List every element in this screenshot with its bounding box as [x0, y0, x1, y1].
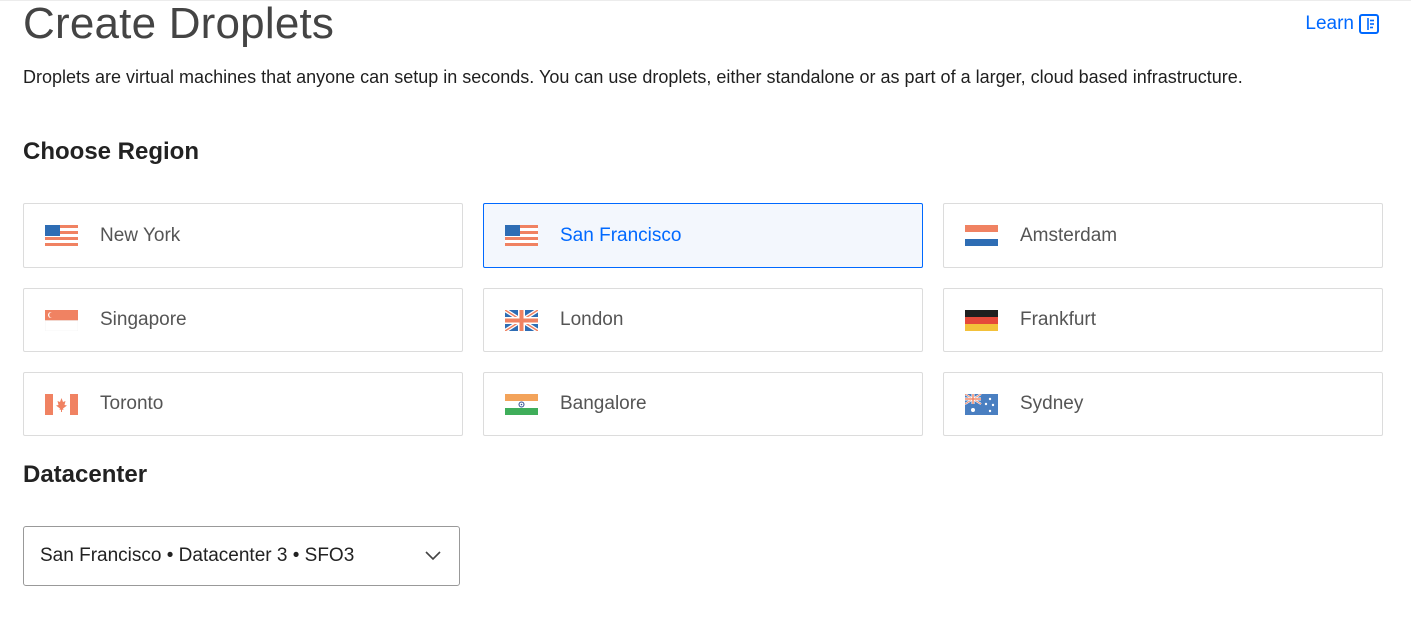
- region-label: Singapore: [100, 309, 187, 330]
- page-description: Droplets are virtual machines that anyon…: [23, 67, 1243, 87]
- region-label: Sydney: [1020, 393, 1084, 414]
- region-option-singapore[interactable]: Singapore: [23, 288, 463, 352]
- region-grid: New York San Francisco Amsterdam Singapo…: [23, 203, 1383, 436]
- datacenter-select[interactable]: San Francisco • Datacenter 3 • SFO3: [23, 526, 460, 586]
- region-option-frankfurt[interactable]: Frankfurt: [943, 288, 1383, 352]
- germany-flag-icon: [965, 309, 998, 331]
- learn-link[interactable]: Learn: [1305, 13, 1379, 35]
- region-label: Bangalore: [560, 393, 647, 414]
- region-option-london[interactable]: London: [483, 288, 923, 352]
- chevron-down-icon: [424, 548, 442, 561]
- datacenter-heading: Datacenter: [23, 461, 148, 488]
- australia-flag-icon: [965, 393, 998, 415]
- netherlands-flag-icon: [965, 225, 998, 246]
- learn-link-label: Learn: [1305, 13, 1354, 34]
- canada-flag-icon: [45, 393, 78, 415]
- region-option-amsterdam[interactable]: Amsterdam: [943, 203, 1383, 268]
- choose-region-heading: Choose Region: [23, 138, 200, 165]
- singapore-flag-icon: [45, 309, 78, 331]
- region-option-sydney[interactable]: Sydney: [943, 372, 1383, 436]
- region-label: London: [560, 309, 624, 330]
- region-label: Toronto: [100, 393, 164, 414]
- region-option-toronto[interactable]: Toronto: [23, 372, 463, 436]
- region-label: Frankfurt: [1020, 309, 1097, 330]
- region-label: New York: [100, 224, 181, 246]
- region-label: San Francisco: [560, 224, 682, 246]
- us-flag-icon: [505, 225, 538, 246]
- datacenter-select-value: San Francisco • Datacenter 3 • SFO3: [40, 545, 355, 566]
- region-option-san-francisco[interactable]: San Francisco: [483, 203, 923, 268]
- region-option-new-york[interactable]: New York: [23, 203, 463, 268]
- us-flag-icon: [45, 225, 78, 246]
- document-icon: [1359, 14, 1379, 34]
- page-title: Create Droplets: [23, 0, 335, 48]
- region-option-bangalore[interactable]: Bangalore: [483, 372, 923, 436]
- uk-flag-icon: [505, 309, 538, 331]
- region-label: Amsterdam: [1020, 224, 1118, 246]
- india-flag-icon: [505, 393, 538, 415]
